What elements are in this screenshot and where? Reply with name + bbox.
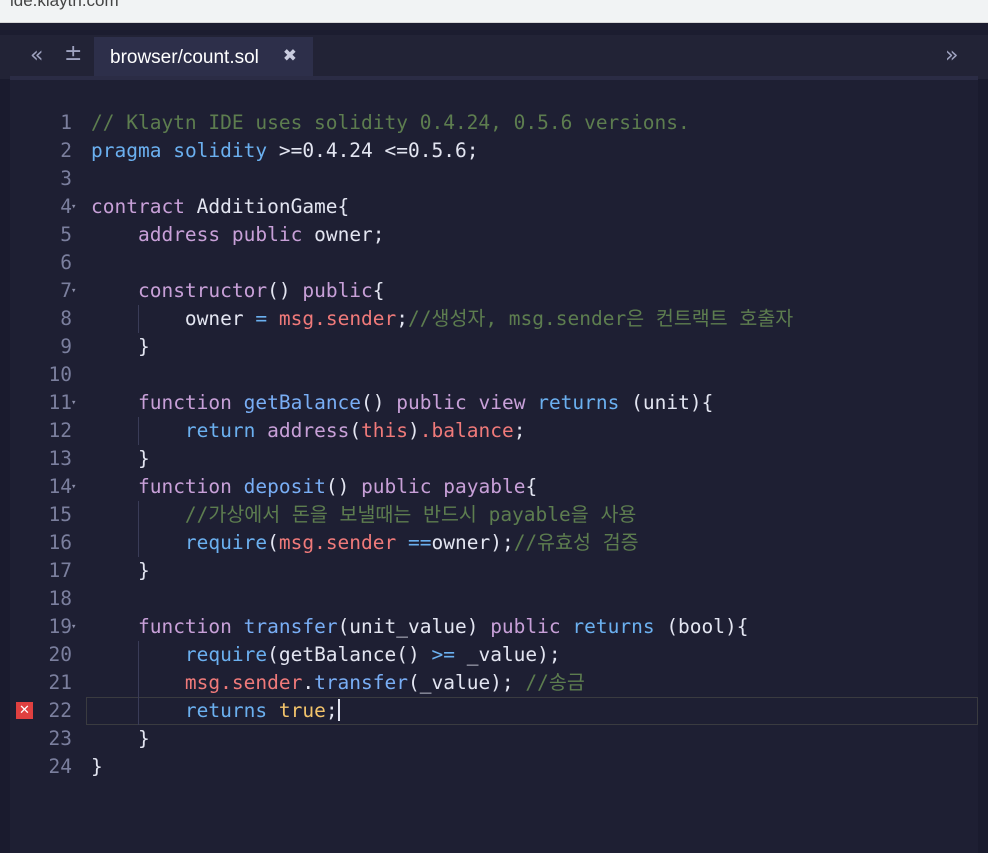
code-line[interactable]: 9 } bbox=[10, 333, 978, 361]
line-number: 9 bbox=[60, 335, 72, 358]
code-line[interactable]: 10 bbox=[10, 361, 978, 389]
code-text: returns true; bbox=[184, 699, 340, 722]
code-line[interactable]: 5 address public owner; bbox=[10, 221, 978, 249]
code-line[interactable]: 14 ▾ function deposit() public payable{ bbox=[10, 473, 978, 501]
line-number: 15 bbox=[48, 503, 72, 526]
close-icon[interactable]: ✖ bbox=[283, 46, 297, 66]
fold-toggle-icon[interactable]: ▾ bbox=[71, 398, 76, 408]
line-number: 5 bbox=[60, 223, 72, 246]
line-number: 8 bbox=[60, 307, 72, 330]
editor-top-gap bbox=[0, 23, 988, 35]
url-text: ide.klaytn.com bbox=[10, 0, 119, 10]
double-chevron-right-icon[interactable]: » bbox=[945, 43, 958, 68]
code-text: require(getBalance() >= _value); bbox=[184, 643, 561, 666]
text-cursor bbox=[337, 699, 340, 721]
double-chevron-left-icon[interactable]: « bbox=[30, 43, 43, 68]
code-editor[interactable]: 1 // Klaytn IDE uses solidity 0.4.24, 0.5… bbox=[10, 80, 978, 853]
code-text: function deposit() public payable{ bbox=[137, 475, 538, 498]
code-line[interactable]: 4 ▾ contract AdditionGame{ bbox=[10, 193, 978, 221]
indent-guide bbox=[137, 529, 139, 557]
plus-minus-icon[interactable]: ± bbox=[64, 41, 82, 66]
line-number: 3 bbox=[60, 167, 72, 190]
fold-toggle-icon[interactable]: ▾ bbox=[71, 482, 76, 492]
line-number: 7 bbox=[60, 279, 72, 302]
code-text: constructor() public{ bbox=[137, 279, 385, 302]
code-text: return address(this).balance; bbox=[184, 419, 526, 442]
code-line[interactable]: 19 ▾ function transfer(unit_value) public… bbox=[10, 613, 978, 641]
indent-guide bbox=[137, 501, 139, 529]
code-text: } bbox=[91, 727, 150, 750]
tab-label: browser/count.sol bbox=[110, 47, 259, 68]
code-line[interactable]: 11 ▾ function getBalance() public view re… bbox=[10, 389, 978, 417]
line-number: 23 bbox=[48, 727, 72, 750]
code-text: } bbox=[91, 335, 150, 358]
line-number: 2 bbox=[60, 139, 72, 162]
code-line[interactable]: 17 } bbox=[10, 557, 978, 585]
code-line[interactable]: 2 pragma solidity >=0.4.24 <=0.5.6; bbox=[10, 137, 978, 165]
line-number: 21 bbox=[48, 671, 72, 694]
line-number: 10 bbox=[48, 363, 72, 386]
code-line[interactable]: 8 owner = msg.sender;//생성자, msg.sender은 … bbox=[10, 305, 978, 333]
indent-guide bbox=[137, 669, 139, 697]
code-text: } bbox=[91, 447, 150, 470]
line-number: 14 bbox=[48, 475, 72, 498]
code-text: function transfer(unit_value) public ret… bbox=[137, 615, 749, 638]
code-text: } bbox=[91, 755, 103, 778]
code-line[interactable]: 7 ▾ constructor() public{ bbox=[10, 277, 978, 305]
code-text: // Klaytn IDE uses solidity 0.4.24, 0.5.… bbox=[91, 111, 690, 134]
code-text: contract AdditionGame{ bbox=[91, 195, 350, 218]
line-number: 1 bbox=[60, 111, 72, 134]
fold-toggle-icon[interactable]: ▾ bbox=[71, 622, 76, 632]
line-number: 20 bbox=[48, 643, 72, 666]
code-line[interactable]: 13 } bbox=[10, 445, 978, 473]
fold-toggle-icon[interactable]: ▾ bbox=[71, 202, 76, 212]
code-line[interactable]: 12 return address(this).balance; bbox=[10, 417, 978, 445]
code-text: owner = msg.sender;//생성자, msg.sender은 컨트… bbox=[91, 307, 794, 330]
indent-guide bbox=[137, 305, 139, 333]
line-number: 16 bbox=[48, 531, 72, 554]
line-number: 11 bbox=[48, 391, 72, 414]
code-line[interactable]: 6 bbox=[10, 249, 978, 277]
line-number: 22 bbox=[48, 699, 72, 722]
code-line[interactable]: 23 } bbox=[10, 725, 978, 753]
tab-bar: « ± browser/count.sol ✖ » bbox=[0, 35, 988, 79]
code-text: //가상에서 돈을 보낼때는 반드시 payable을 사용 bbox=[184, 503, 637, 526]
code-line[interactable]: 20 require(getBalance() >= _value); bbox=[10, 641, 978, 669]
line-number: 24 bbox=[48, 755, 72, 778]
code-text: msg.sender.transfer(_value); //송금 bbox=[184, 671, 585, 694]
code-line[interactable]: 24} bbox=[10, 753, 978, 781]
browser-address-bar[interactable]: ide.klaytn.com bbox=[0, 0, 988, 23]
code-line[interactable]: 16 require(msg.sender ==owner);//유효성 검증 bbox=[10, 529, 978, 557]
code-line[interactable]: 15 //가상에서 돈을 보낼때는 반드시 payable을 사용 bbox=[10, 501, 978, 529]
indent-guide bbox=[137, 417, 139, 445]
indent-guide bbox=[137, 641, 139, 669]
code-line[interactable]: 18 bbox=[10, 585, 978, 613]
code-line[interactable]: 1 // Klaytn IDE uses solidity 0.4.24, 0.5… bbox=[10, 109, 978, 137]
line-number: 12 bbox=[48, 419, 72, 442]
tab-count-sol[interactable]: browser/count.sol ✖ bbox=[94, 37, 313, 79]
code-text: pragma solidity >=0.4.24 <=0.5.6; bbox=[91, 139, 479, 162]
code-line[interactable]: 21 msg.sender.transfer(_value); //송금 bbox=[10, 669, 978, 697]
code-line[interactable]: ✕ 22 returns true; bbox=[10, 697, 978, 725]
line-number: 13 bbox=[48, 447, 72, 470]
line-number: 4 bbox=[60, 195, 72, 218]
fold-toggle-icon[interactable]: ▾ bbox=[71, 286, 76, 296]
code-text: address public owner; bbox=[137, 223, 385, 246]
code-text: require(msg.sender ==owner);//유효성 검증 bbox=[184, 531, 639, 554]
code-line[interactable]: 3 bbox=[10, 165, 978, 193]
line-number: 18 bbox=[48, 587, 72, 610]
line-number: 6 bbox=[60, 251, 72, 274]
indent-guide bbox=[137, 697, 139, 725]
code-text: } bbox=[91, 559, 150, 582]
line-number: 19 bbox=[48, 615, 72, 638]
line-number: 17 bbox=[48, 559, 72, 582]
code-text: function getBalance() public view return… bbox=[137, 391, 714, 414]
